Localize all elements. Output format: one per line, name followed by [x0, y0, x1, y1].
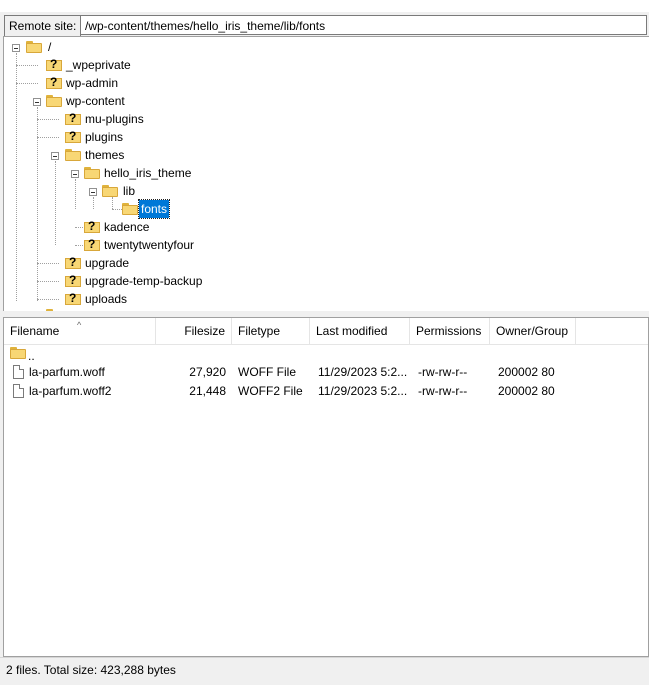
unknown-folder-icon: ?	[65, 112, 81, 126]
folder-open-icon	[84, 167, 100, 179]
tree-item-upgrade-temp-backup[interactable]: upgrade-temp-backup	[83, 272, 204, 290]
remote-path-input[interactable]: /wp-content/themes/hello_iris_theme/lib/…	[80, 15, 647, 35]
unknown-folder-icon: ?	[65, 256, 81, 270]
column-header-filesize[interactable]: Filesize	[156, 318, 232, 344]
column-header-row: Filename ^ Filesize Filetype Last modifie…	[4, 318, 648, 345]
collapse-toggle[interactable]	[12, 44, 20, 52]
column-header-permissions[interactable]: Permissions	[410, 318, 490, 344]
cell-last-modified: 11/29/2023 5:2...	[318, 365, 408, 379]
tree-line	[37, 119, 59, 120]
unknown-folder-icon: ?	[65, 274, 81, 288]
unknown-folder-icon: ?	[65, 292, 81, 306]
folder-icon	[122, 203, 138, 215]
unknown-folder-icon: ?	[46, 58, 62, 72]
column-header-last-modified[interactable]: Last modified	[310, 318, 410, 344]
tree-item-twentytwentyfour[interactable]: twentytwentyfour	[102, 236, 196, 254]
remote-site-label: Remote site:	[4, 15, 82, 37]
tree-line	[93, 197, 94, 209]
remote-site-bar: Remote site: /wp-content/themes/hello_ir…	[0, 12, 649, 38]
tree-line	[37, 137, 59, 138]
unknown-folder-icon: ?	[46, 76, 62, 90]
tree-item-hello-iris-theme[interactable]: hello_iris_theme	[102, 164, 193, 182]
tree-line	[75, 179, 76, 209]
remote-file-list: Filename ^ Filesize Filetype Last modifie…	[3, 317, 649, 657]
tree-line	[112, 197, 113, 209]
collapse-toggle[interactable]	[33, 98, 41, 106]
sort-ascending-icon: ^	[77, 320, 82, 330]
tree-item-lib[interactable]: lib	[121, 182, 137, 200]
unknown-folder-icon: ?	[84, 220, 100, 234]
tree-item-wpeprivate[interactable]: _wpeprivate	[64, 56, 133, 74]
folder-open-icon	[46, 95, 62, 107]
table-row[interactable]: la-parfum.woff 27,920 WOFF File 11/29/20…	[4, 363, 648, 382]
cell-permissions: -rw-rw-r--	[418, 365, 468, 379]
folder-open-icon	[65, 149, 81, 161]
tree-item-mu-plugins[interactable]: mu-plugins	[83, 110, 146, 128]
collapse-toggle[interactable]	[89, 188, 97, 196]
cell-filetype: WOFF File	[238, 365, 296, 379]
folder-open-icon	[102, 185, 118, 197]
tree-line	[37, 281, 59, 282]
column-header-owner-group[interactable]: Owner/Group	[490, 318, 576, 344]
unknown-folder-icon: ?	[84, 238, 100, 252]
tree-line	[37, 299, 59, 300]
remote-directory-tree: / ? _wpeprivate ? wp-admin wp-content ? …	[3, 36, 649, 312]
parent-directory-row[interactable]: ..	[4, 344, 648, 363]
cell-owner-group: 200002 80	[498, 365, 555, 379]
tree-line	[55, 161, 56, 245]
tree-item-fonts[interactable]: fonts	[137, 199, 171, 219]
tree-line	[37, 263, 59, 264]
cell-last-modified: 11/29/2023 5:2...	[318, 384, 408, 398]
tree-line	[16, 83, 38, 84]
column-header-filetype[interactable]: Filetype	[232, 318, 310, 344]
cell-filesize: 21,448	[189, 384, 226, 398]
status-bar: 2 files. Total size: 423,288 bytes	[0, 657, 649, 685]
cell-owner-group: 200002 80	[498, 384, 555, 398]
file-icon	[13, 384, 24, 398]
cell-permissions: -rw-rw-r--	[418, 384, 468, 398]
tree-item-plugins[interactable]: plugins	[83, 128, 125, 146]
tree-item-upgrade[interactable]: upgrade	[83, 254, 131, 272]
tree-item-themes[interactable]: themes	[83, 146, 126, 164]
cell-filetype: WOFF2 File	[238, 384, 303, 398]
tree-item-kadence[interactable]: kadence	[102, 218, 151, 236]
tree-item-uploads[interactable]: uploads	[83, 290, 129, 308]
folder-open-icon	[26, 41, 42, 53]
collapse-toggle[interactable]	[71, 170, 79, 178]
cell-filename: la-parfum.woff2	[29, 384, 112, 398]
unknown-folder-icon: ?	[65, 130, 81, 144]
top-strip	[0, 0, 649, 12]
tree-line	[16, 65, 38, 66]
tree-item-wp-admin[interactable]: wp-admin	[64, 74, 120, 92]
table-row[interactable]: la-parfum.woff2 21,448 WOFF2 File 11/29/…	[4, 382, 648, 401]
cell-filename: la-parfum.woff	[29, 365, 105, 379]
tree-item-root[interactable]: /	[46, 38, 53, 56]
tree-line	[16, 53, 17, 301]
tree-item-wp-content[interactable]: wp-content	[64, 92, 127, 110]
column-header-filename[interactable]: Filename ^	[4, 318, 156, 344]
cell-filesize: 27,920	[189, 365, 226, 379]
collapse-toggle[interactable]	[51, 152, 59, 160]
file-icon	[13, 365, 24, 379]
folder-icon	[10, 347, 26, 359]
